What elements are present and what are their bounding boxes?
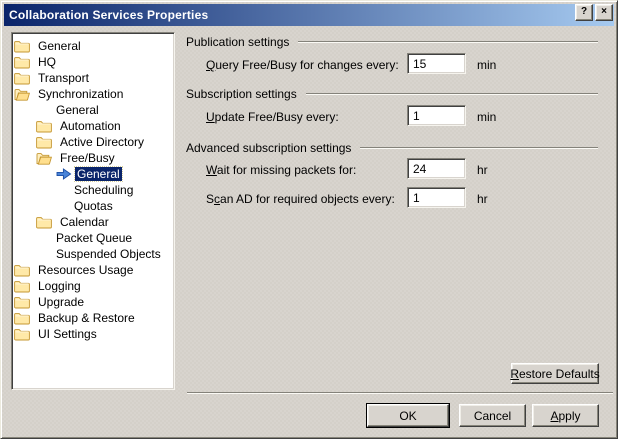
unit-label: hr xyxy=(477,192,488,206)
folder-icon xyxy=(14,40,30,53)
tree-item-label: Upgrade xyxy=(36,295,86,309)
update-freebusy-interval-input[interactable] xyxy=(407,105,466,126)
tree-item-free-busy[interactable]: Free/Busy xyxy=(12,150,174,166)
section-divider xyxy=(298,41,598,43)
title-bar-buttons: ? × xyxy=(575,4,613,21)
tree-item-label: Active Directory xyxy=(58,135,146,149)
section-advanced-subscription-settings: Advanced subscription settings xyxy=(186,141,598,155)
tree-item-label: HQ xyxy=(36,55,58,69)
wait-missing-packets-label: Wait for missing packets for: xyxy=(206,163,356,177)
folder-icon xyxy=(14,296,30,309)
query-freebusy-label: Query Free/Busy for changes every: xyxy=(206,58,399,72)
folder-icon xyxy=(36,216,52,229)
tree-item-calendar[interactable]: Calendar xyxy=(12,214,174,230)
folder-icon xyxy=(36,120,52,133)
tree-item-quotas[interactable]: Quotas xyxy=(12,198,174,214)
tree-item-label: General xyxy=(36,39,83,53)
tree-item-label: UI Settings xyxy=(36,327,99,341)
open-folder-icon xyxy=(14,88,30,101)
tree-item-suspended-objects[interactable]: Suspended Objects xyxy=(12,246,174,262)
tree-item-upgrade[interactable]: Upgrade xyxy=(12,294,174,310)
section-divider xyxy=(360,147,598,149)
wait-missing-packets-input[interactable] xyxy=(407,158,466,179)
tree-item-label: Suspended Objects xyxy=(54,247,163,261)
tree-item-active-directory[interactable]: Active Directory xyxy=(12,134,174,150)
tree-item-label-selected: General xyxy=(75,167,122,181)
tree-item-label: Quotas xyxy=(72,199,115,213)
settings-tree: General HQ Transport Synchronization Gen… xyxy=(11,32,175,390)
section-publication-settings: Publication settings xyxy=(186,35,598,49)
section-divider xyxy=(306,93,598,95)
title-bar: Collaboration Services Properties xyxy=(4,4,614,26)
section-title: Advanced subscription settings xyxy=(186,141,351,155)
tree-item-label: Resources Usage xyxy=(36,263,135,277)
scan-ad-label: Scan AD for required objects every: xyxy=(206,192,395,206)
tree-item-synchronization[interactable]: Synchronization xyxy=(12,86,174,102)
update-freebusy-label: Update Free/Busy every: xyxy=(206,110,339,124)
settings-panel: Publication settings Query Free/Busy for… xyxy=(186,31,599,371)
tree-item-label: Backup & Restore xyxy=(36,311,137,325)
close-button[interactable]: × xyxy=(595,4,613,21)
tree-item-free-busy-general[interactable]: General xyxy=(12,166,174,182)
tree-item-hq[interactable]: HQ xyxy=(12,54,174,70)
tree-item-label: Scheduling xyxy=(72,183,135,197)
section-subscription-settings: Subscription settings xyxy=(186,87,598,101)
tree-item-label: Logging xyxy=(36,279,83,293)
restore-defaults-button[interactable]: Restore Defaults xyxy=(511,363,599,384)
folder-icon xyxy=(36,136,52,149)
tree-item-synchronization-general[interactable]: General xyxy=(12,102,174,118)
tree-item-logging[interactable]: Logging xyxy=(12,278,174,294)
cancel-button[interactable]: Cancel xyxy=(459,404,526,427)
folder-icon xyxy=(14,264,30,277)
tree-item-backup-restore[interactable]: Backup & Restore xyxy=(12,310,174,326)
help-button[interactable]: ? xyxy=(575,4,593,21)
tree-item-label: General xyxy=(54,103,101,117)
tree-item-label: Packet Queue xyxy=(54,231,134,245)
tree-item-label: Calendar xyxy=(58,215,111,229)
tree-item-label: Free/Busy xyxy=(58,151,117,165)
open-folder-icon xyxy=(36,152,52,165)
window-title: Collaboration Services Properties xyxy=(9,8,208,22)
folder-icon xyxy=(14,56,30,69)
unit-label: hr xyxy=(477,163,488,177)
tree-item-ui-settings[interactable]: UI Settings xyxy=(12,326,174,342)
unit-label: min xyxy=(477,110,496,124)
tree-item-general[interactable]: General xyxy=(12,38,174,54)
unit-label: min xyxy=(477,58,496,72)
dialog-window: Collaboration Services Properties ? × Ge… xyxy=(0,0,618,439)
footer-separator xyxy=(187,392,613,394)
tree-item-resources-usage[interactable]: Resources Usage xyxy=(12,262,174,278)
folder-icon xyxy=(14,328,30,341)
section-title: Subscription settings xyxy=(186,87,297,101)
ok-button[interactable]: OK xyxy=(367,404,449,427)
tree-item-transport[interactable]: Transport xyxy=(12,70,174,86)
apply-button[interactable]: Apply xyxy=(532,404,599,427)
tree-item-label: Transport xyxy=(36,71,91,85)
tree-item-scheduling[interactable]: Scheduling xyxy=(12,182,174,198)
tree-item-label: Automation xyxy=(58,119,123,133)
scan-ad-interval-input[interactable] xyxy=(407,187,466,208)
folder-icon xyxy=(14,280,30,293)
query-freebusy-interval-input[interactable] xyxy=(407,53,466,74)
tree-item-label: Synchronization xyxy=(36,87,125,101)
tree-item-automation[interactable]: Automation xyxy=(12,118,174,134)
section-title: Publication settings xyxy=(186,35,289,49)
tree-item-packet-queue[interactable]: Packet Queue xyxy=(12,230,174,246)
folder-icon xyxy=(14,72,30,85)
selected-arrow-icon xyxy=(56,168,72,180)
folder-icon xyxy=(14,312,30,325)
